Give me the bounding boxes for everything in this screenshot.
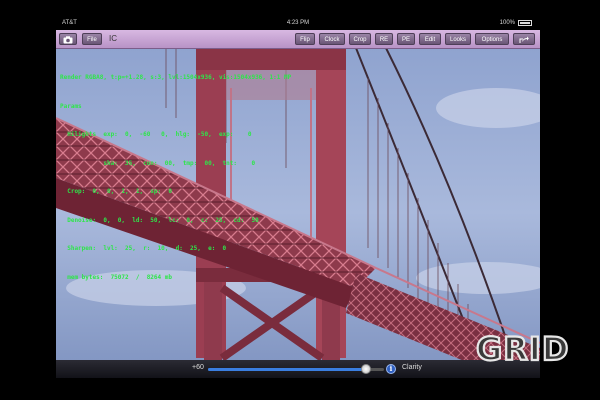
clock-label: 4:23 PM: [286, 20, 310, 26]
overlay-line: Denoise: 0, 0, ld: 50, lc: 0, c: 25, cd:…: [60, 216, 259, 224]
bottom-slider-bar: +60 i Clarity: [56, 360, 540, 378]
debug-overlay: Render RGBA8, t:p=+1.28, s:3, lvl:1504x9…: [60, 54, 390, 301]
pe-button[interactable]: PE: [397, 33, 415, 45]
crop-button[interactable]: Crop: [349, 33, 371, 45]
grid-watermark-logo: GRID: [475, 329, 570, 368]
overlay-line: sha: 35, con: 00, tmp: 00, tnt: 0: [60, 159, 256, 167]
options-button[interactable]: Options: [475, 33, 509, 45]
looks-button[interactable]: Looks: [445, 33, 471, 45]
edit-button[interactable]: Edit: [419, 33, 441, 45]
clarity-slider-fill: [208, 368, 367, 371]
status-bar: AT&T 4:23 PM 100%: [56, 16, 540, 30]
overlay-line: Sharpen: lvl: 25, r: 10, d: 25, e: 0: [60, 245, 227, 252]
clarity-slider-thumb[interactable]: [361, 364, 372, 374]
watermark-text: GRID: [476, 330, 569, 368]
top-toolbar: File IC Flip Clock Crop RE PE Edit Looks…: [56, 30, 540, 49]
overlay-line: Render RGBA8, t:p=+1.28, s:3, lvl:1504x9…: [60, 74, 292, 81]
clock-button[interactable]: Clock: [319, 33, 345, 45]
share-button[interactable]: [513, 33, 535, 45]
app-window: File IC Flip Clock Crop RE PE Edit Looks…: [56, 30, 540, 378]
re-button[interactable]: RE: [375, 33, 393, 45]
app-title: IC: [109, 34, 117, 43]
info-icon[interactable]: i: [386, 364, 396, 374]
battery-icon: [518, 20, 532, 26]
clarity-slider-track[interactable]: [208, 364, 384, 374]
camera-button[interactable]: [59, 33, 77, 45]
slider-label[interactable]: Clarity: [402, 364, 422, 371]
status-right: 100%: [500, 20, 532, 26]
overlay-line: Crop: 0, 0, 1, 1, sp: 0: [60, 188, 172, 195]
overlay-line: mem bytes: 75072 / 8264 mb: [60, 273, 172, 281]
file-button[interactable]: File: [82, 33, 102, 45]
overlay-line: Params: [60, 102, 82, 110]
slider-value: +60: [192, 364, 204, 371]
camera-icon: [63, 36, 73, 44]
share-icon: [519, 36, 529, 43]
overlay-line: Hilights exp: 0, -60 0, hlg: -50, exp: 0: [60, 131, 252, 138]
battery-percent: 100%: [499, 20, 515, 26]
flip-button[interactable]: Flip: [295, 33, 315, 45]
